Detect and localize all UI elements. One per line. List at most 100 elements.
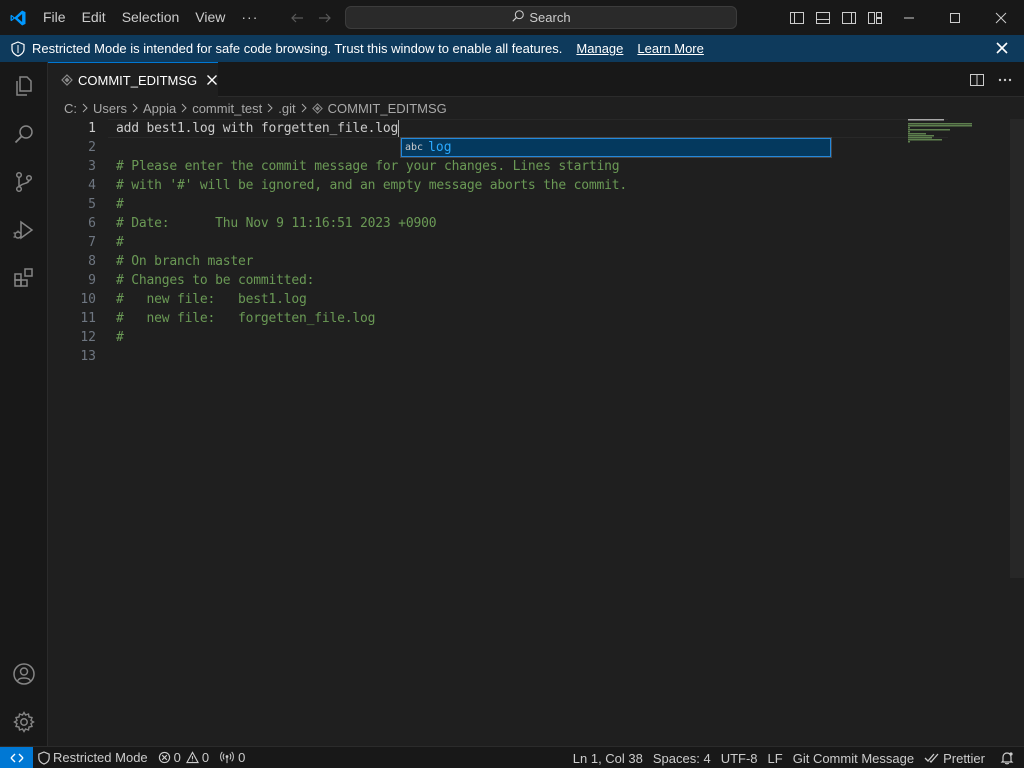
error-count: 0: [173, 750, 181, 765]
editor-area[interactable]: 1 2 3 4 5 6 7 8 9 10 11 12 13 add best1.log with for…: [48, 119, 1024, 746]
prettier-label: Prettier: [943, 750, 985, 766]
file-diamond-icon: [61, 74, 73, 86]
code-line-text: # On branch master: [116, 254, 254, 269]
vscode-logo-icon: [0, 0, 35, 35]
breadcrumb-item[interactable]: commit_test: [192, 101, 262, 116]
line-number: 9: [88, 273, 96, 288]
line-number: 10: [80, 292, 96, 307]
code-line: # new file: forgetten_file.log: [116, 309, 376, 328]
manage-gear-icon[interactable]: [0, 698, 48, 746]
code-line-text: # new file: forgetten_file.log: [116, 311, 376, 326]
text-kind-icon: abc: [405, 142, 424, 153]
menu-file[interactable]: File: [35, 0, 74, 35]
line-number: 13: [80, 349, 96, 364]
toggle-secondary-sidebar-icon[interactable]: [836, 0, 862, 35]
search-label: Search: [529, 10, 571, 25]
restricted-mode-banner: Restricted Mode is intended for safe cod…: [0, 35, 1024, 62]
extensions-icon[interactable]: [0, 254, 48, 302]
code-line: # new file: best1.log: [116, 290, 307, 309]
line-number: 5: [88, 197, 96, 212]
error-icon: [158, 751, 171, 764]
shield-icon: [9, 40, 27, 58]
line-number: 8: [88, 254, 96, 269]
line-number: 7: [88, 235, 96, 250]
suggest-widget: abc log: [400, 137, 832, 158]
broadcast-icon: [219, 751, 235, 764]
menu-edit[interactable]: Edit: [74, 0, 114, 35]
menu-more-button[interactable]: ···: [233, 0, 266, 35]
prettier-status[interactable]: Prettier: [919, 747, 990, 768]
code-line: # with '#' will be ignored, and an empty…: [116, 176, 627, 195]
menu-selection[interactable]: Selection: [114, 0, 188, 35]
learn-more-link[interactable]: Learn More: [637, 41, 703, 56]
toggle-panel-icon[interactable]: [810, 0, 836, 35]
activity-bar: [0, 62, 48, 746]
search-icon[interactable]: [0, 110, 48, 158]
customize-layout-icon[interactable]: [862, 0, 888, 35]
breadcrumb-item[interactable]: C:: [64, 101, 77, 116]
code-line-text: #: [116, 330, 124, 345]
code-line-text: # Date: Thu Nov 9 11:16:51 2023 +0900: [116, 216, 437, 231]
ports-count: 0: [238, 750, 246, 765]
go-forward-icon[interactable]: [314, 7, 336, 29]
minimap[interactable]: [908, 119, 1008, 159]
warning-count: 0: [201, 750, 210, 765]
menu-view[interactable]: View: [187, 0, 233, 35]
code-line: # On branch master: [116, 252, 253, 271]
minimize-icon[interactable]: [886, 0, 932, 35]
indentation[interactable]: Spaces: 4: [648, 747, 716, 768]
language-mode[interactable]: Git Commit Message: [788, 747, 919, 768]
encoding[interactable]: UTF-8: [716, 747, 763, 768]
restricted-mode-status[interactable]: Restricted Mode: [33, 747, 153, 768]
code-line: # Date: Thu Nov 9 11:16:51 2023 +0900: [116, 214, 437, 233]
code-line: add best1.log with forgetten_file.log: [116, 119, 400, 138]
breadcrumb-item[interactable]: .git: [278, 101, 295, 116]
line-number: 11: [80, 311, 96, 326]
breadcrumb-file-label: COMMIT_EDITMSG: [327, 100, 447, 116]
chevron-right-icon: [299, 103, 309, 113]
source-control-icon[interactable]: [0, 158, 48, 206]
split-editor-icon[interactable]: [966, 69, 988, 91]
remote-indicator-icon[interactable]: [0, 746, 33, 768]
run-debug-icon[interactable]: [0, 206, 48, 254]
line-number: 12: [80, 330, 96, 345]
editor-tabs: COMMIT_EDITMSG: [48, 62, 1024, 97]
more-actions-icon[interactable]: [994, 69, 1016, 91]
code-line: # Changes to be committed:: [116, 271, 314, 290]
toggle-primary-sidebar-icon[interactable]: [784, 0, 810, 35]
cursor-position[interactable]: Ln 1, Col 38: [568, 747, 648, 768]
breadcrumb-item[interactable]: Users: [93, 101, 127, 116]
code-line-text: #: [116, 197, 124, 212]
close-window-icon[interactable]: [978, 0, 1024, 35]
code-line-text: #: [116, 235, 124, 250]
chevron-right-icon: [80, 103, 90, 113]
title-bar: File Edit Selection View ··· Search: [0, 0, 1024, 35]
file-diamond-icon: [311, 102, 323, 114]
code-line-text: # Changes to be committed:: [116, 273, 315, 288]
ports-status[interactable]: 0: [214, 747, 250, 768]
go-back-icon[interactable]: [286, 7, 308, 29]
tab-commit-editmsg[interactable]: COMMIT_EDITMSG: [48, 62, 218, 97]
problems-status[interactable]: 0 0: [153, 747, 214, 768]
breadcrumb-file[interactable]: COMMIT_EDITMSG: [311, 100, 447, 116]
accounts-icon[interactable]: [0, 650, 48, 698]
notifications-icon[interactable]: [990, 747, 1024, 768]
chevron-right-icon: [179, 103, 189, 113]
tab-label: COMMIT_EDITMSG: [78, 72, 198, 88]
breadcrumb-item[interactable]: Appia: [143, 101, 176, 116]
line-number: 6: [88, 216, 96, 231]
end-of-line[interactable]: LF: [763, 747, 788, 768]
command-center-search[interactable]: Search: [345, 6, 737, 29]
code-line: # Please enter the commit message for yo…: [116, 157, 620, 176]
maximize-icon[interactable]: [932, 0, 978, 35]
manage-link[interactable]: Manage: [576, 41, 623, 56]
vertical-scrollbar[interactable]: [1010, 119, 1024, 578]
search-icon: [511, 9, 525, 27]
close-tab-icon[interactable]: [206, 72, 218, 88]
code-line-text: # Please enter the commit message for yo…: [116, 159, 620, 174]
suggestion-item[interactable]: abc log: [401, 138, 831, 157]
banner-message: Restricted Mode is intended for safe cod…: [32, 41, 563, 56]
explorer-icon[interactable]: [0, 62, 48, 110]
close-banner-icon[interactable]: [993, 39, 1011, 57]
suggestion-word: log: [428, 140, 452, 155]
